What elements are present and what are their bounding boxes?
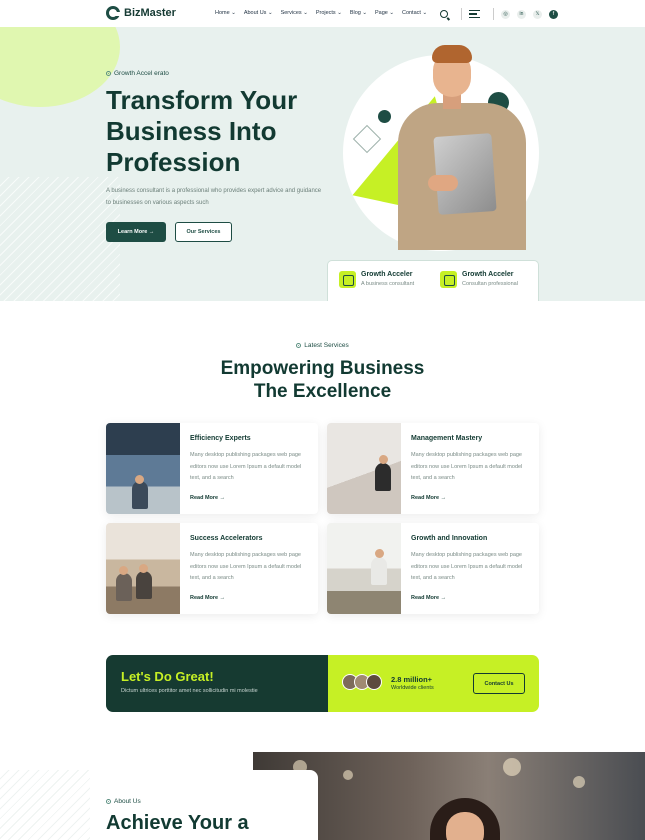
about-eyebrow: About Us [106, 798, 141, 805]
hero-eyebrow-text: Growth Accel erato [114, 70, 169, 77]
service-description: Many desktop publishing packages web pag… [411, 452, 523, 481]
cta-title: Let's Do Great! [121, 669, 214, 684]
stat-title: Growth Acceler [462, 271, 514, 278]
nav-item-home[interactable]: Home ⌄ [215, 10, 236, 16]
consultant-icon [440, 271, 457, 288]
about-title: Achieve Your a [106, 812, 249, 834]
site-header: BizMaster Home ⌄ About Us ⌄ Services ⌄ P… [0, 0, 645, 27]
nav-item-contact[interactable]: Contact ⌄ [402, 10, 427, 16]
service-image [106, 523, 180, 614]
stat-subtitle: A business consultant [361, 281, 415, 287]
divider [493, 8, 494, 20]
our-services-button[interactable]: Our Services [175, 222, 232, 242]
read-more-link[interactable]: Read More → [411, 595, 446, 601]
page: BizMaster Home ⌄ About Us ⌄ Services ⌄ P… [0, 0, 645, 840]
main-nav: Home ⌄ About Us ⌄ Services ⌄ Projects ⌄ … [215, 10, 427, 16]
decorative-lines [0, 177, 120, 301]
cta-banner: Let's Do Great! Dictum ultrices porttito… [106, 655, 539, 712]
stat-subtitle: Consultan professional [462, 281, 518, 287]
hero-eyebrow: Growth Accel erato [106, 70, 169, 77]
learn-more-button[interactable]: Learn More → [106, 222, 166, 242]
service-description: Many desktop publishing packages web pag… [190, 452, 302, 481]
nav-item-services[interactable]: Services ⌄ [281, 10, 308, 16]
services-eyebrow-text: Latest Services [304, 342, 349, 349]
logo[interactable]: BizMaster [106, 6, 176, 20]
stat-item: Growth Acceler A business consultant [339, 271, 414, 288]
hero-stats-card: Growth Acceler A business consultant Gro… [327, 260, 539, 301]
growth-icon [339, 271, 356, 288]
avatar [366, 674, 382, 690]
services-title-line2: The Excellence [253, 381, 392, 402]
stat-title: Growth Acceler [361, 271, 413, 278]
header-actions: ◎ in 𝕏 f [440, 8, 558, 20]
read-more-link[interactable]: Read More → [411, 495, 446, 501]
divider [461, 8, 462, 20]
services-title-line1: Empowering Business [220, 358, 425, 379]
contact-us-button[interactable]: Contact Us [473, 673, 525, 694]
service-title: Efficiency Experts [190, 435, 251, 442]
service-card[interactable]: Growth and Innovation Many desktop publi… [327, 523, 539, 614]
decorative-blob [0, 27, 120, 107]
service-image [327, 423, 401, 514]
hero-description: A business consultant is a professional … [106, 188, 322, 206]
hero-section: Growth Accel erato Transform Your Busine… [0, 27, 645, 301]
dot-icon [106, 71, 111, 76]
nav-item-projects[interactable]: Projects ⌄ [316, 10, 342, 16]
nav-item-blog[interactable]: Blog ⌄ [350, 10, 367, 16]
service-description: Many desktop publishing packages web pag… [190, 552, 302, 581]
service-title: Success Accelerators [190, 535, 263, 542]
cta-right-panel: 2.8 million+ Worldwide clients Contact U… [328, 655, 539, 712]
about-person-face [446, 812, 484, 840]
menu-icon[interactable] [469, 9, 480, 19]
dot-icon [296, 343, 302, 348]
client-count: 2.8 million+ [391, 675, 433, 684]
cta-left-panel: Let's Do Great! Dictum ultrices porttito… [106, 655, 328, 712]
search-icon[interactable] [440, 10, 448, 18]
linkedin-icon[interactable]: in [517, 9, 526, 19]
logo-text: BizMaster [124, 7, 176, 19]
service-image [327, 523, 401, 614]
facebook-icon[interactable]: f [549, 9, 558, 19]
read-more-link[interactable]: Read More → [190, 495, 225, 501]
services-eyebrow: Latest Services [0, 342, 645, 349]
cta-subtitle: Dictum ultrices porttitor amet nec solli… [121, 688, 258, 694]
client-count-label: Worldwide clients [391, 685, 434, 691]
dot-icon [106, 799, 111, 804]
service-title: Management Mastery [411, 435, 483, 442]
service-card[interactable]: Management Mastery Many desktop publishi… [327, 423, 539, 514]
service-description: Many desktop publishing packages web pag… [411, 552, 523, 581]
read-more-link[interactable]: Read More → [190, 595, 225, 601]
stat-item: Growth Acceler Consultan professional [440, 271, 518, 288]
instagram-icon[interactable]: ◎ [501, 9, 510, 19]
hero-person-image [388, 45, 528, 250]
service-title: Growth and Innovation [411, 535, 488, 542]
service-card[interactable]: Success Accelerators Many desktop publis… [106, 523, 318, 614]
service-image [106, 423, 180, 514]
hero-title: Transform Your Business Into Profession [106, 85, 298, 177]
logo-mark-icon [106, 6, 121, 20]
nav-item-about[interactable]: About Us ⌄ [244, 10, 273, 16]
decorative-lines [0, 770, 90, 840]
x-icon[interactable]: 𝕏 [533, 9, 542, 19]
service-card[interactable]: Efficiency Experts Many desktop publishi… [106, 423, 318, 514]
about-eyebrow-text: About Us [114, 798, 141, 805]
nav-item-page[interactable]: Page ⌄ [375, 10, 394, 16]
services-title: Empowering Business The Excellence [0, 357, 645, 403]
client-avatars [342, 674, 382, 690]
